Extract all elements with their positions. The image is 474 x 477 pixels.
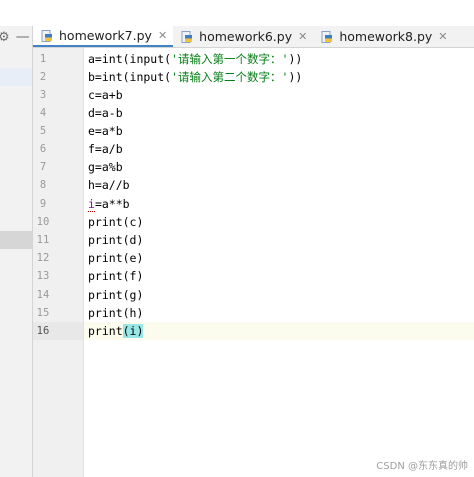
code-line-13[interactable]: print(f) (88, 267, 143, 285)
close-icon[interactable]: ✕ (158, 29, 167, 42)
code-line-12[interactable]: print(e) (88, 249, 143, 267)
code-line-3[interactable]: c=a+b (88, 86, 123, 104)
collapse-icon[interactable]: — (16, 30, 30, 44)
line-number: 14 (36, 289, 50, 301)
variable-token: i (88, 197, 95, 212)
python-file-icon (41, 29, 52, 42)
project-toolbar: ⚙ — (0, 26, 33, 48)
code-line-9[interactable]: i=a**b (88, 195, 130, 213)
line-number: 1 (39, 53, 47, 65)
line-number: 4 (39, 107, 47, 119)
code-line-8[interactable]: h=a//b (88, 176, 130, 194)
gear-icon[interactable]: ⚙ (0, 31, 10, 44)
tab-homework8[interactable]: homework8.py ✕ (313, 26, 453, 47)
tab-label: homework7.py (59, 28, 152, 43)
line-number: 10 (36, 216, 50, 228)
bracket-match-highlight: (i) (122, 324, 144, 338)
line-number: 9 (39, 198, 47, 210)
code-line-16[interactable]: print(i) (88, 322, 144, 340)
code-token: print (88, 324, 123, 338)
code-token: b=int(input( (88, 70, 172, 84)
code-line-4[interactable]: d=a-b (88, 104, 123, 122)
line-number: 13 (36, 270, 50, 282)
line-number: 16 (36, 325, 50, 337)
tab-label: homework6.py (199, 29, 293, 44)
code-token: a=int(input( (88, 52, 172, 66)
editor-tab-bar: homework7.py ✕ homework6.py ✕ homework8.… (33, 26, 474, 48)
project-tree-row-selected[interactable] (0, 231, 32, 249)
line-number: 2 (39, 71, 47, 83)
code-line-11[interactable]: print(d) (88, 231, 143, 249)
tab-label: homework8.py (339, 29, 433, 44)
code-line-7[interactable]: g=a%b (88, 158, 123, 176)
code-line-2[interactable]: b=int(input('请输入第二个数字：')) (88, 68, 302, 86)
python-file-icon (181, 30, 193, 43)
code-line-14[interactable]: print(g) (88, 286, 143, 304)
project-pane: ⚙ — (0, 26, 33, 477)
code-line-6[interactable]: f=a/b (88, 140, 123, 158)
python-file-icon (321, 30, 333, 43)
line-number: 3 (39, 89, 47, 101)
string-literal: '请输入第二个数字：' (171, 70, 289, 84)
line-number: 8 (39, 179, 47, 191)
watermark: CSDN @东东真的帅 (376, 461, 468, 472)
close-icon[interactable]: ✕ (438, 30, 447, 43)
tab-homework7[interactable]: homework7.py ✕ (33, 26, 174, 47)
code-line-15[interactable]: print(h) (88, 304, 143, 322)
code-line-1[interactable]: a=int(input('请输入第一个数字：')) (88, 50, 302, 68)
project-tree-row[interactable] (0, 68, 32, 86)
line-number: 11 (36, 234, 50, 246)
line-number: 5 (39, 125, 47, 137)
line-number: 7 (39, 161, 47, 173)
code-token: )) (288, 52, 303, 66)
code-token: =a**b (94, 197, 130, 211)
code-line-10[interactable]: print(c) (88, 213, 143, 231)
line-number: 15 (36, 307, 50, 319)
line-number: 6 (39, 143, 47, 155)
code-token: )) (288, 70, 303, 84)
tab-homework6[interactable]: homework6.py ✕ (173, 26, 313, 47)
string-literal: '请输入第一个数字：' (171, 52, 289, 66)
code-line-5[interactable]: e=a*b (88, 122, 123, 140)
title-area (0, 0, 474, 26)
line-number: 12 (36, 252, 50, 264)
close-icon[interactable]: ✕ (298, 30, 307, 43)
